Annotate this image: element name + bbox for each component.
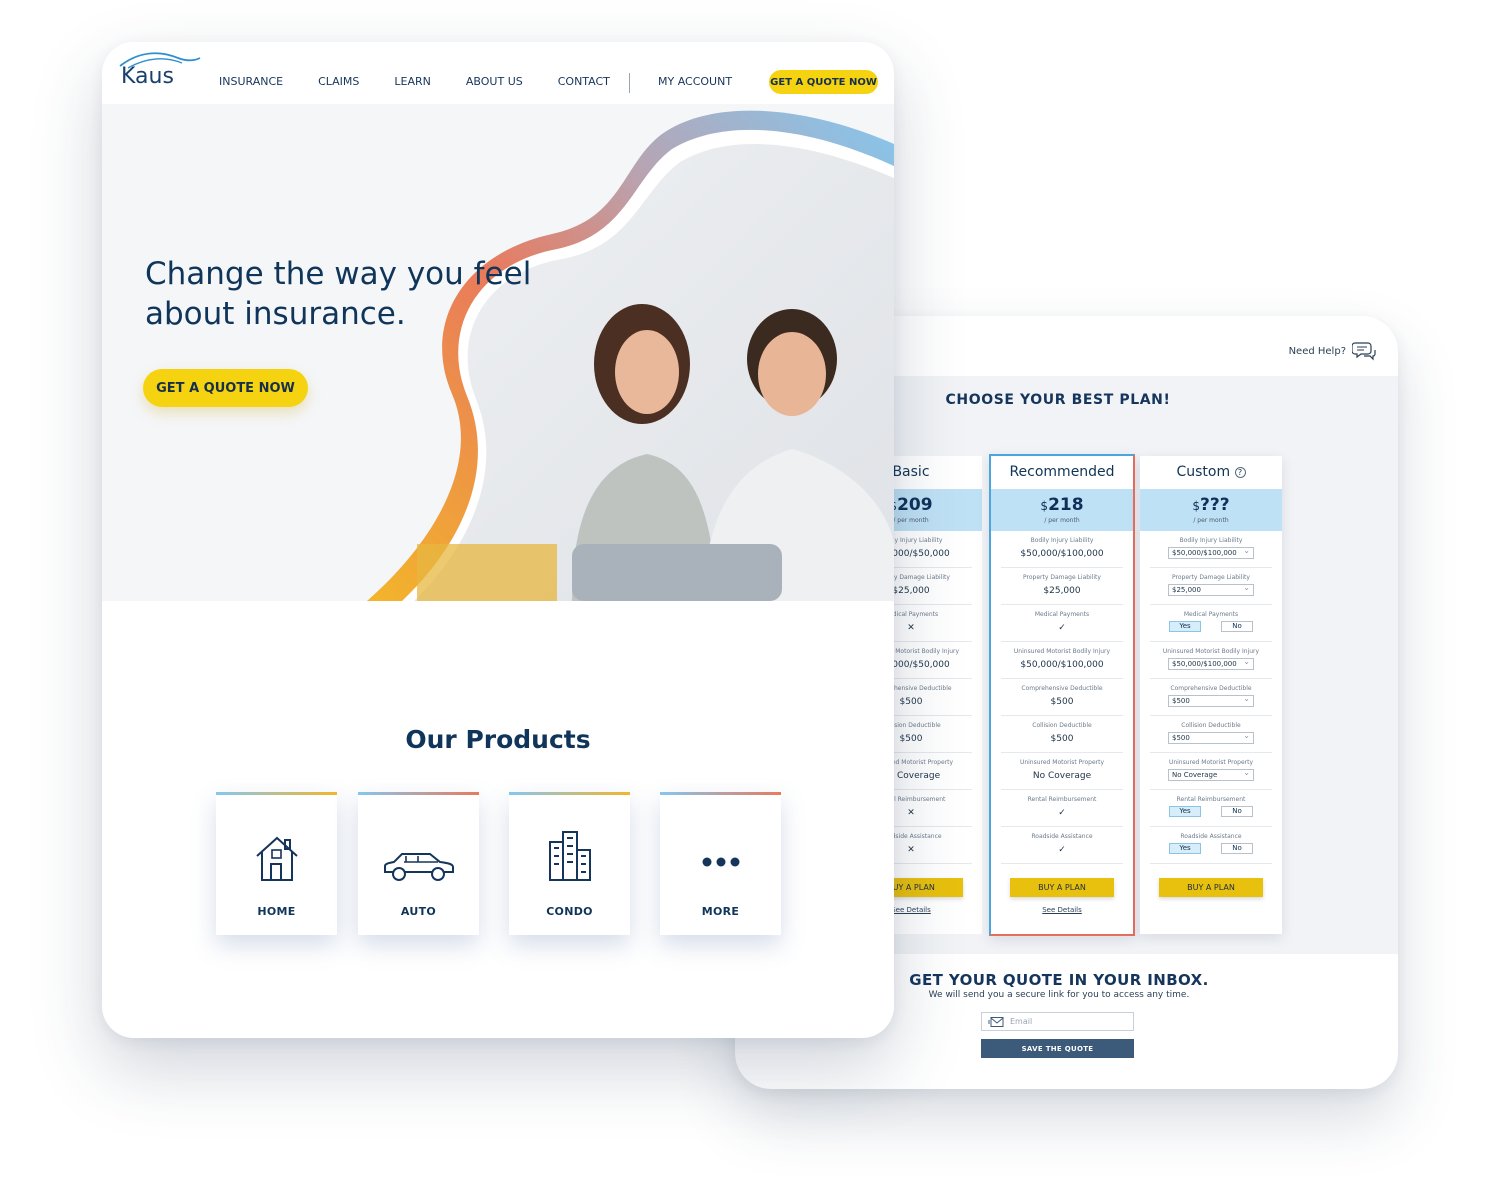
- feature-row: Roadside Assistance Yes No: [1150, 827, 1272, 864]
- coverage-select[interactable]: $500: [1168, 694, 1254, 707]
- save-quote-button[interactable]: SAVE THE QUOTE: [981, 1039, 1134, 1058]
- yes-toggle[interactable]: Yes: [1169, 621, 1201, 632]
- nav-about-us[interactable]: ABOUT US: [466, 75, 523, 88]
- envelope-icon: [988, 1016, 1004, 1027]
- product-label: CONDO: [546, 905, 593, 918]
- product-card-more[interactable]: MORE: [660, 792, 781, 935]
- nav-contact[interactable]: CONTACT: [558, 75, 610, 88]
- nav-my-account[interactable]: MY ACCOUNT: [658, 75, 732, 88]
- feature-row: Rental Reimbursement Yes No: [1150, 790, 1272, 827]
- nav-divider: [629, 73, 630, 93]
- landing-card: Change the way you feel about insurance.…: [102, 42, 894, 1038]
- price-period: / per month: [1044, 517, 1080, 524]
- feature-row: Property Damage Liability $25,000: [1150, 568, 1272, 605]
- hero-photo: [367, 110, 894, 601]
- yes-toggle[interactable]: Yes: [1169, 843, 1201, 854]
- building-icon: [548, 831, 591, 881]
- coverage-select[interactable]: $50,000/$100,000: [1168, 657, 1254, 670]
- product-label: MORE: [701, 905, 740, 918]
- card-accent-bar: [509, 792, 630, 795]
- buy-plan-button[interactable]: BUY A PLAN: [1159, 878, 1263, 897]
- hero-section: Change the way you feel about insurance.…: [102, 104, 894, 601]
- product-card-condo[interactable]: CONDO: [509, 792, 630, 935]
- nav-quote-button[interactable]: GET A QUOTE NOW: [769, 70, 878, 94]
- product-card-home[interactable]: HOME: [216, 792, 337, 935]
- no-toggle[interactable]: No: [1221, 843, 1253, 854]
- card-accent-bar: [660, 792, 781, 795]
- feature-row: Property Damage Liability $25,000: [1001, 568, 1123, 605]
- feature-row: Roadside Assistance ✓: [1001, 827, 1123, 864]
- logo[interactable]: Kaus: [118, 50, 202, 94]
- dots-icon: [702, 857, 739, 867]
- logo-text: Kaus: [121, 64, 174, 89]
- feature-row: Uninsured Motorist Property No Coverage: [1150, 753, 1272, 790]
- price-band: $218 / per month: [991, 489, 1133, 531]
- nav-learn[interactable]: LEARN: [394, 75, 430, 88]
- feature-row: Bodily Injury Liability $50,000/$100,000: [1001, 531, 1123, 568]
- price-period: / per month: [1193, 517, 1229, 524]
- coverage-select[interactable]: $25,000: [1168, 583, 1254, 596]
- card-accent-bar: [216, 792, 337, 795]
- feature-row: Bodily Injury Liability $50,000/$100,000: [1150, 531, 1272, 568]
- buy-plan-button[interactable]: BUY A PLAN: [1010, 878, 1114, 897]
- plan-name: Recommended: [1009, 464, 1115, 480]
- coverage-select[interactable]: $500: [1168, 731, 1254, 744]
- feature-row: Uninsured Motorist Bodily Injury $50,000/…: [1001, 642, 1123, 679]
- help-circle-icon[interactable]: ?: [1234, 466, 1246, 478]
- feature-row: Comprehensive Deductible $500: [1001, 679, 1123, 716]
- feature-row: Rental Reimbursement ✓: [1001, 790, 1123, 827]
- need-help-label: Need Help?: [1288, 345, 1346, 357]
- hero-quote-button[interactable]: GET A QUOTE NOW: [143, 369, 308, 407]
- car-icon: [383, 853, 454, 881]
- feature-row: Comprehensive Deductible $500: [1150, 679, 1272, 716]
- plan-recommended: Recommended $218 / per month Bodily Inju…: [989, 454, 1135, 936]
- plan-name: Custom ?: [1140, 456, 1282, 489]
- chat-bubble-icon: [1352, 342, 1376, 361]
- plan-custom: Custom ? $??? / per month Bodily Injury …: [1140, 456, 1282, 934]
- nav-claims[interactable]: CLAIMS: [318, 75, 359, 88]
- products-title: Our Products: [405, 725, 591, 754]
- feature-row: Uninsured Motorist Bodily Injury $50,000/…: [1150, 642, 1272, 679]
- nav-links: INSURANCE CLAIMS LEARN ABOUT US CONTACT: [219, 75, 645, 88]
- plan-price: $218: [1040, 495, 1084, 515]
- feature-row: Medical Payments ✓: [1001, 605, 1123, 642]
- feature-row: Collision Deductible $500: [1001, 716, 1123, 753]
- no-toggle[interactable]: No: [1221, 621, 1253, 632]
- feature-row: Medical Payments Yes No: [1150, 605, 1272, 642]
- email-placeholder: Email: [1010, 1017, 1033, 1026]
- see-details-link[interactable]: See Details: [991, 906, 1133, 914]
- top-nav: Kaus INSURANCE CLAIMS LEARN ABOUT US CON…: [102, 42, 894, 104]
- house-icon: [255, 836, 298, 881]
- yes-toggle[interactable]: Yes: [1169, 806, 1201, 817]
- product-label: AUTO: [400, 905, 437, 918]
- coverage-select[interactable]: No Coverage: [1168, 768, 1254, 781]
- nav-insurance[interactable]: INSURANCE: [219, 75, 283, 88]
- feature-row: Collision Deductible $500: [1150, 716, 1272, 753]
- hero-title: Change the way you feel about insurance.: [145, 256, 532, 332]
- no-toggle[interactable]: No: [1221, 806, 1253, 817]
- plan-price: $???: [1192, 495, 1230, 515]
- need-help-link[interactable]: Need Help?: [1289, 340, 1376, 362]
- coverage-select[interactable]: $50,000/$100,000: [1168, 546, 1254, 559]
- email-field[interactable]: Email: [981, 1012, 1134, 1031]
- price-band: $??? / per month: [1140, 489, 1282, 531]
- card-accent-bar: [358, 792, 479, 795]
- product-card-auto[interactable]: AUTO: [358, 792, 479, 935]
- product-label: HOME: [257, 905, 296, 918]
- feature-row: Uninsured Motorist Property No Coverage: [1001, 753, 1123, 790]
